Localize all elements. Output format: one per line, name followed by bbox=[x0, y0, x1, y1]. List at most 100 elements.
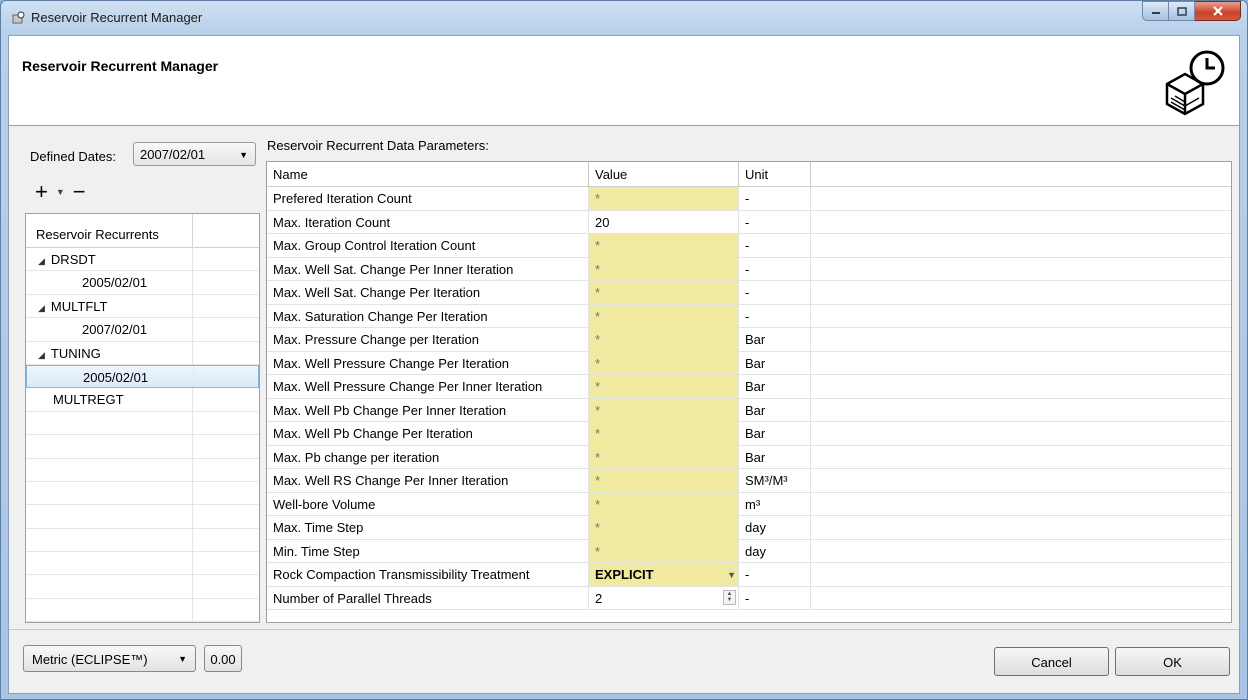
parameter-unit: - bbox=[739, 281, 811, 304]
minimize-icon bbox=[1151, 12, 1160, 14]
column-divider bbox=[192, 271, 193, 294]
tree-node[interactable]: ◢ TUNING bbox=[26, 341, 259, 365]
empty-cell bbox=[811, 211, 1231, 234]
window-controls bbox=[1142, 1, 1241, 21]
parameter-value: * bbox=[595, 261, 601, 277]
tree-date-item[interactable]: 2005/02/01 bbox=[26, 271, 259, 295]
parameter-value-input[interactable]: * bbox=[589, 234, 739, 257]
parameter-value: * bbox=[595, 426, 601, 441]
parameter-value-input[interactable]: 20 bbox=[589, 210, 739, 233]
column-divider bbox=[192, 435, 193, 458]
parameters-grid[interactable]: Name Value Unit Prefered Iteration Count… bbox=[266, 161, 1232, 623]
chevron-down-icon: ▼ bbox=[178, 654, 187, 664]
column-header-value[interactable]: Value bbox=[589, 162, 739, 186]
parameter-name: Max. Iteration Count bbox=[267, 210, 589, 233]
empty-cell bbox=[811, 516, 1231, 539]
table-row: Max. Well Pressure Change Per Iteration *… bbox=[267, 351, 1231, 375]
tree-empty-row bbox=[26, 458, 259, 482]
parameter-value-input[interactable]: * bbox=[589, 304, 739, 327]
parameter-name: Max. Well Pb Change Per Iteration bbox=[267, 422, 589, 445]
empty-cell bbox=[811, 446, 1231, 469]
ok-button[interactable]: OK bbox=[1115, 647, 1230, 676]
unit-system-select[interactable]: Metric (ECLIPSE™) ▼ bbox=[23, 645, 196, 672]
empty-cell bbox=[811, 469, 1231, 492]
tree-item-label: 2007/02/01 bbox=[82, 322, 148, 338]
parameter-value-input[interactable]: * bbox=[589, 445, 739, 468]
parameter-value-input[interactable]: * bbox=[589, 281, 739, 304]
empty-cell bbox=[811, 399, 1231, 422]
defined-dates-select[interactable]: 2007/02/01 ▼ bbox=[133, 142, 256, 166]
expand-triangle-icon[interactable]: ◢ bbox=[38, 303, 45, 313]
spinner-arrows-icon[interactable]: ▲ ▼ bbox=[723, 589, 736, 605]
parameter-value: * bbox=[595, 238, 601, 253]
cancel-button[interactable]: Cancel bbox=[994, 647, 1109, 676]
add-dropdown-icon[interactable]: ▼ bbox=[56, 187, 65, 197]
expand-triangle-icon[interactable]: ◢ bbox=[38, 350, 45, 360]
empty-cell bbox=[811, 258, 1231, 281]
parameters-section-label: Reservoir Recurrent Data Parameters: bbox=[267, 138, 489, 153]
tree-node[interactable]: ◢ MULTFLT bbox=[26, 294, 259, 319]
parameter-unit: Bar bbox=[739, 351, 811, 374]
tree-date-item[interactable]: 2007/02/01 bbox=[26, 318, 259, 342]
parameter-value: * bbox=[595, 496, 601, 512]
parameter-value: * bbox=[595, 355, 601, 371]
parameter-value-input[interactable]: * bbox=[589, 187, 739, 210]
maximize-icon bbox=[1176, 6, 1187, 16]
empty-cell bbox=[811, 540, 1231, 563]
tree-body: ◢ DRSDT 2005/02/01 ◢ MULTFLT 2007/02/01 ◢ TUNIN… bbox=[26, 248, 259, 622]
parameter-value-input[interactable]: * bbox=[589, 351, 739, 374]
chevron-down-icon[interactable]: ▼ bbox=[727, 570, 736, 580]
title-bar[interactable]: Reservoir Recurrent Manager bbox=[1, 1, 1247, 35]
empty-cell bbox=[811, 587, 1231, 610]
parameter-value-spinner[interactable]: 2 ▲ ▼ bbox=[589, 586, 739, 609]
parameter-value-input[interactable]: * bbox=[589, 492, 739, 515]
tree-node[interactable]: ◢ DRSDT bbox=[26, 248, 259, 272]
parameter-value-input[interactable]: * bbox=[589, 257, 739, 280]
parameter-value-input[interactable]: * bbox=[589, 422, 739, 445]
empty-cell bbox=[811, 563, 1231, 586]
tree-node[interactable]: MULTREGT bbox=[26, 388, 259, 412]
parameter-unit: - bbox=[739, 234, 811, 257]
dialog-header: Reservoir Recurrent Manager bbox=[9, 36, 1239, 126]
empty-cell bbox=[811, 281, 1231, 304]
table-row: Max. Well Pressure Change Per Inner Iter… bbox=[267, 375, 1231, 399]
empty-cell bbox=[811, 493, 1231, 516]
column-divider bbox=[192, 528, 193, 552]
minimize-button[interactable] bbox=[1142, 1, 1169, 21]
parameter-unit: Bar bbox=[739, 375, 811, 398]
parameter-unit: - bbox=[739, 187, 811, 210]
parameter-value-input[interactable]: * bbox=[589, 328, 739, 351]
column-header-name[interactable]: Name bbox=[267, 162, 589, 186]
parameter-unit: Bar bbox=[739, 422, 811, 445]
parameter-value-input[interactable]: * bbox=[589, 539, 739, 562]
table-row: Max. Well Sat. Change Per Iteration * - bbox=[267, 281, 1231, 305]
parameter-name: Max. Group Control Iteration Count bbox=[267, 234, 589, 257]
tree-item-label: DRSDT bbox=[50, 252, 96, 267]
parameter-value-combo[interactable]: EXPLICIT ▼ bbox=[589, 563, 739, 586]
reservoir-recurrents-tree[interactable]: Reservoir Recurrents ◢ DRSDT 2005/02/01 ◢ MU… bbox=[25, 213, 260, 623]
parameter-unit: day bbox=[739, 539, 811, 562]
table-row: Max. Group Control Iteration Count * - bbox=[267, 234, 1231, 258]
parameter-unit: Bar bbox=[739, 328, 811, 351]
parameter-name: Max. Saturation Change Per Iteration bbox=[267, 304, 589, 327]
column-header-unit[interactable]: Unit bbox=[739, 162, 811, 186]
close-button[interactable] bbox=[1195, 1, 1241, 21]
maximize-button[interactable] bbox=[1169, 1, 1195, 21]
parameter-value: * bbox=[595, 191, 601, 206]
precision-button[interactable]: 0.00 bbox=[204, 645, 242, 672]
parameter-value-input[interactable]: * bbox=[589, 398, 739, 421]
add-icon[interactable]: + bbox=[35, 179, 48, 205]
expand-triangle-icon[interactable]: ◢ bbox=[38, 256, 45, 266]
parameter-value-input[interactable]: * bbox=[589, 516, 739, 539]
tree-item-label: MULTREGT bbox=[53, 392, 124, 408]
column-divider bbox=[192, 598, 193, 622]
parameter-value-input[interactable]: * bbox=[589, 375, 739, 398]
parameter-value: * bbox=[595, 285, 601, 300]
column-divider bbox=[192, 318, 193, 341]
remove-icon[interactable]: − bbox=[73, 179, 86, 205]
table-row: Max. Pressure Change per Iteration * Bar bbox=[267, 328, 1231, 352]
column-divider bbox=[192, 341, 193, 364]
table-row: Max. Well Pb Change Per Inner Iteration *… bbox=[267, 398, 1231, 422]
parameter-value-input[interactable]: * bbox=[589, 469, 739, 492]
tree-date-item[interactable]: 2005/02/01 bbox=[26, 364, 259, 389]
